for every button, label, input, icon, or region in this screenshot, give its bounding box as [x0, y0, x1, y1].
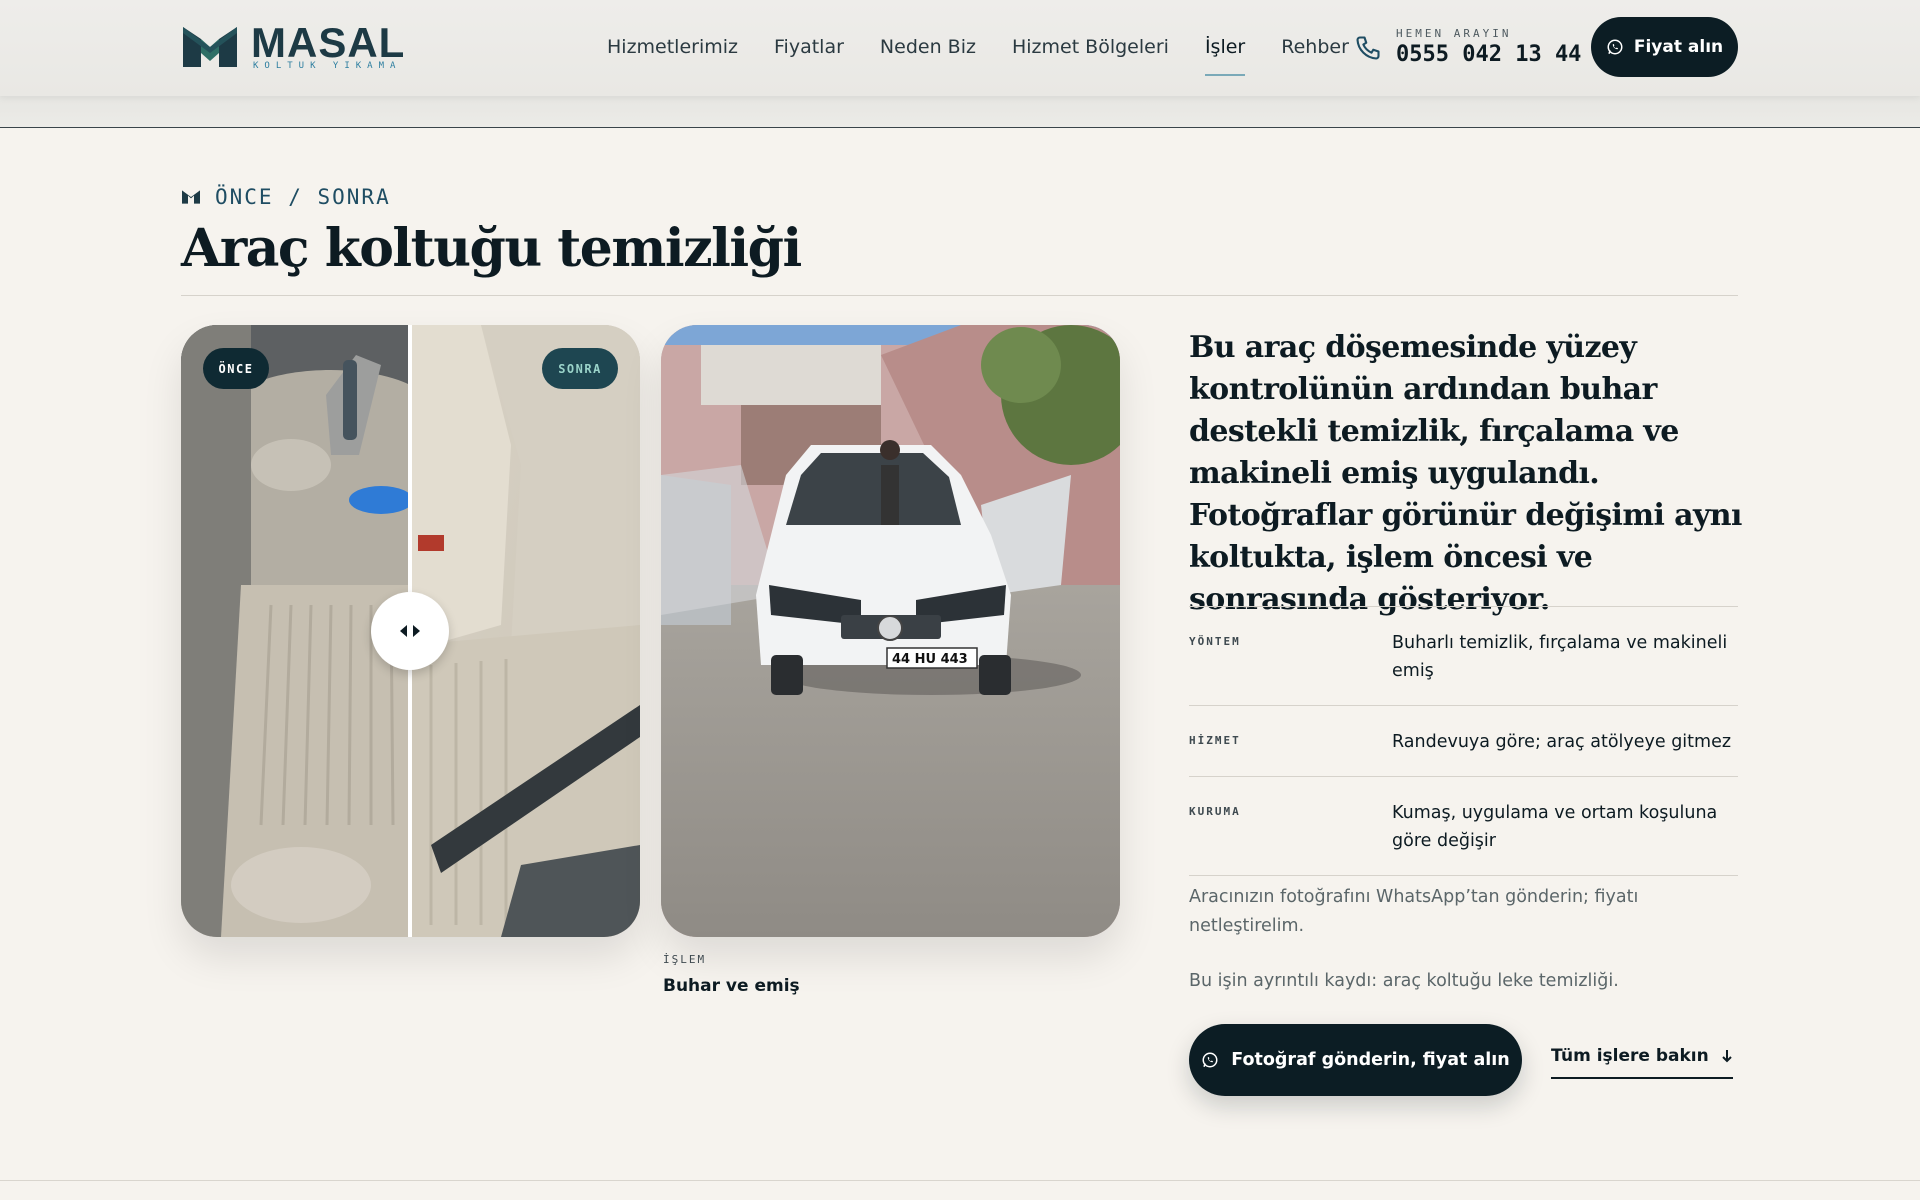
arrow-down-icon — [1722, 1050, 1732, 1063]
brand-mark-icon — [182, 190, 200, 204]
spec-key: KURUMA — [1189, 805, 1241, 818]
whatsapp-icon — [1607, 39, 1623, 55]
phone-icon — [1356, 36, 1380, 60]
spec-key: HİZMET — [1189, 734, 1241, 747]
spec-value: Buharlı temizlik, fırçalama ve makineli … — [1392, 633, 1728, 681]
main-nav: Hizmetlerimiz Fiyatlar Neden Biz Hizmet … — [607, 30, 1385, 76]
page-title: Araç koltuğu temizliği — [181, 218, 802, 279]
get-quote-button[interactable]: Fiyat alın — [1591, 17, 1738, 77]
before-badge: ÖNCE — [203, 348, 269, 389]
drag-arrows-icon — [400, 625, 420, 637]
car-photo-illustration: 44 HU 443 — [661, 325, 1120, 937]
logo-mark-icon — [183, 27, 237, 67]
phone-contact[interactable]: HEMEN ARAYIN 0555 042 13 44 — [1354, 28, 1581, 68]
section-bottom-divider — [0, 1180, 1920, 1181]
spec-table: YÖNTEM Buharlı temizlik, fırçalama ve ma… — [1189, 606, 1738, 876]
nav-hizmet-bolgeleri[interactable]: Hizmet Bölgeleri — [1012, 30, 1169, 64]
spec-value: Kumaş, uygulama ve ortam koşuluna göre d… — [1392, 803, 1718, 851]
nav-isler[interactable]: İşler — [1204, 30, 1246, 76]
car-photo: 44 HU 443 — [661, 325, 1120, 937]
record-note: Bu işin ayrıntılı kaydı: araç koltuğu le… — [1189, 971, 1619, 991]
all-works-label: Tüm işlere bakın — [1551, 1046, 1709, 1066]
whatsapp-icon — [1202, 1052, 1218, 1068]
nav-neden-biz[interactable]: Neden Biz — [880, 30, 976, 64]
caption-value: Buhar ve emiş — [663, 976, 800, 996]
title-divider — [181, 295, 1738, 296]
phone-label: HEMEN ARAYIN — [1396, 27, 1512, 40]
nav-fiyatlar[interactable]: Fiyatlar — [774, 30, 844, 64]
section-eyebrow: ÖNCE / SONRA — [181, 185, 391, 209]
before-after-slider[interactable]: ÖNCE SONRA — [181, 325, 640, 937]
license-plate: 44 HU 443 — [892, 652, 968, 667]
logo-wordmark: MASAL — [251, 19, 406, 66]
logo-tagline: KOLTUK YIKAMA — [253, 61, 402, 71]
spec-row: YÖNTEM Buharlı temizlik, fırçalama ve ma… — [1189, 606, 1738, 705]
send-photo-button[interactable]: Fotoğraf gönderin, fiyat alın — [1189, 1024, 1522, 1096]
nav-hizmetlerimiz[interactable]: Hizmetlerimiz — [607, 30, 738, 64]
header-shadow-band — [0, 96, 1920, 128]
get-quote-label: Fiyat alın — [1633, 37, 1724, 57]
send-photo-label: Fotoğraf gönderin, fiyat alın — [1231, 1050, 1510, 1070]
whatsapp-note: Aracınızın fotoğrafını WhatsApp’tan gönd… — [1189, 887, 1639, 936]
spec-key: YÖNTEM — [1189, 635, 1241, 648]
slider-handle[interactable] — [371, 592, 449, 670]
project-description: Bu araç döşemesinde yüzey kontrolünün ar… — [1189, 330, 1742, 617]
spec-row: KURUMA Kumaş, uygulama ve ortam koşuluna… — [1189, 776, 1738, 876]
all-works-link[interactable]: Tüm işlere bakın — [1551, 1043, 1733, 1079]
caption-label: İŞLEM — [663, 953, 707, 966]
eyebrow-text: ÖNCE / SONRA — [215, 185, 391, 209]
spec-value: Randevuya göre; araç atölyeye gitmez — [1392, 732, 1732, 752]
spec-row: HİZMET Randevuya göre; araç atölyeye git… — [1189, 705, 1738, 776]
after-badge: SONRA — [542, 348, 618, 389]
site-logo[interactable]: MASAL KOLTUK YIKAMA — [181, 22, 411, 72]
nav-rehber[interactable]: Rehber — [1281, 30, 1349, 64]
phone-number[interactable]: 0555 042 13 44 — [1396, 42, 1581, 68]
site-header: MASAL KOLTUK YIKAMA Hizmetlerimiz Fiyatl… — [0, 0, 1920, 96]
